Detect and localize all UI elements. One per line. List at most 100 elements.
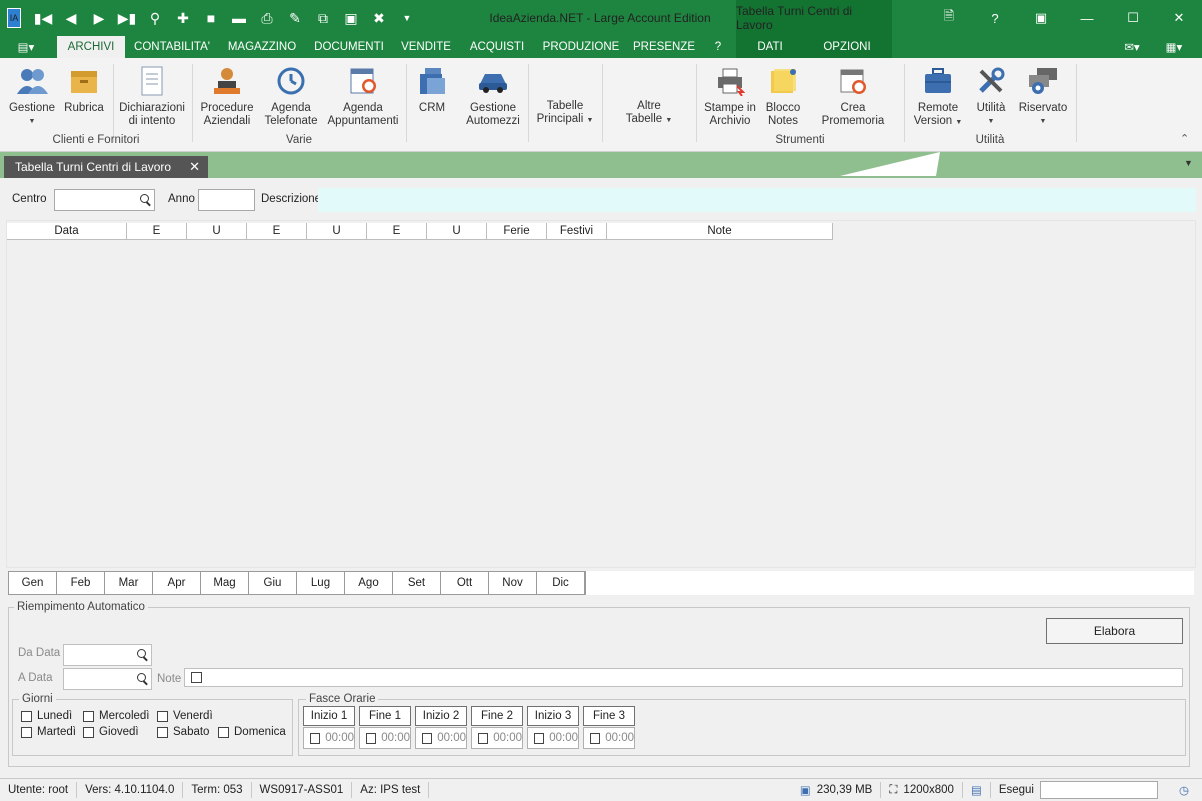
col-ferie[interactable]: Ferie: [487, 223, 547, 239]
search-icon[interactable]: [137, 649, 146, 658]
col-uscita-3[interactable]: U: [427, 223, 487, 239]
da-data-input[interactable]: [63, 644, 152, 666]
close-tab-icon[interactable]: ✕: [189, 159, 200, 175]
tab-documenti[interactable]: DOCUMENTI: [310, 36, 388, 58]
giovedi-checkbox[interactable]: Giovedì: [83, 726, 139, 738]
gestione-automezzi-button[interactable]: Gestione Automezzi: [462, 64, 524, 128]
lunedi-checkbox[interactable]: Lunedì: [21, 710, 72, 722]
month-apr[interactable]: Apr: [153, 572, 201, 594]
utilita-button[interactable]: Utilità ▼: [970, 64, 1012, 128]
riservato-button[interactable]: Riservato ▼: [1016, 64, 1070, 128]
agenda-appuntamenti-button[interactable]: Agenda Appuntamenti: [326, 64, 400, 128]
previous-record-icon[interactable]: ◀: [57, 4, 85, 32]
anno-input[interactable]: [198, 189, 255, 211]
close-icon[interactable]: ✕: [1156, 0, 1202, 36]
tab-presenze[interactable]: PRESENZE: [630, 36, 698, 58]
note-checkbox[interactable]: [191, 672, 202, 683]
search-icon[interactable]: [140, 194, 149, 203]
remote-version-button[interactable]: Remote Version ▼: [910, 64, 966, 129]
minimize-icon[interactable]: —: [1064, 0, 1110, 36]
copy-icon[interactable]: ⧉: [309, 4, 337, 32]
descrizione-field[interactable]: [318, 188, 1196, 212]
month-mag[interactable]: Mag: [201, 572, 249, 594]
collapse-ribbon-icon[interactable]: ⌃: [1180, 132, 1189, 145]
print-icon[interactable]: ⎙: [253, 4, 281, 32]
col-note[interactable]: Note: [607, 223, 833, 239]
folder-icon[interactable]: ▬: [225, 4, 253, 32]
fine-2-time[interactable]: 00:00: [471, 727, 523, 749]
month-lug[interactable]: Lug: [297, 572, 345, 594]
month-dic[interactable]: Dic: [537, 572, 585, 594]
inizio-2-time[interactable]: 00:00: [415, 727, 467, 749]
tab-acquisti[interactable]: ACQUISTI: [464, 36, 530, 58]
tab-opzioni[interactable]: OPZIONI: [816, 36, 878, 58]
elabora-button[interactable]: Elabora: [1046, 618, 1183, 644]
fine-1-time[interactable]: 00:00: [359, 727, 411, 749]
excel-icon[interactable]: ✖: [365, 4, 393, 32]
month-ott[interactable]: Ott: [441, 572, 489, 594]
a-data-input[interactable]: [63, 668, 152, 690]
mail-icon[interactable]: ✉▾: [1114, 36, 1150, 58]
col-festivi[interactable]: Festivi: [547, 223, 607, 239]
document-icon[interactable]: 🗎: [926, 0, 972, 36]
month-nov[interactable]: Nov: [489, 572, 537, 594]
col-entrata-3[interactable]: E: [367, 223, 427, 239]
col-uscita-2[interactable]: U: [307, 223, 367, 239]
martedi-checkbox[interactable]: Martedì: [21, 726, 76, 738]
delete-icon[interactable]: ■: [197, 4, 225, 32]
note-input[interactable]: [184, 668, 1183, 687]
col-uscita-1[interactable]: U: [187, 223, 247, 239]
tab-help[interactable]: ?: [706, 36, 730, 58]
crea-promemoria-button[interactable]: Crea Promemoria: [808, 64, 898, 128]
dichiarazioni-button[interactable]: Dichiarazioni di intento: [118, 64, 186, 128]
clock-icon[interactable]: ◷: [1166, 783, 1202, 797]
doc-tab-turni[interactable]: Tabella Turni Centri di Lavoro ✕: [4, 156, 208, 178]
next-record-icon[interactable]: ▶: [85, 4, 113, 32]
stampe-archivio-button[interactable]: Stampe in Archivio: [702, 64, 758, 128]
col-entrata-1[interactable]: E: [127, 223, 187, 239]
turni-grid[interactable]: [6, 220, 1196, 568]
sabato-checkbox[interactable]: Sabato: [157, 726, 209, 738]
tabelle-principali-button[interactable]: Tabelle Principali ▼: [532, 100, 598, 127]
month-gen[interactable]: Gen: [9, 572, 57, 594]
new-record-icon[interactable]: ✚: [169, 4, 197, 32]
tab-list-chevron-down-icon[interactable]: ▼: [1184, 158, 1193, 168]
mercoledi-checkbox[interactable]: Mercoledì: [83, 710, 150, 722]
layout-icon[interactable]: ▦▾: [1156, 36, 1192, 58]
edit-icon[interactable]: ✎: [281, 4, 309, 32]
gestione-button[interactable]: Gestione ▼: [6, 64, 58, 128]
search-icon[interactable]: [137, 673, 146, 682]
month-giu[interactable]: Giu: [249, 572, 297, 594]
blocco-notes-button[interactable]: Blocco Notes: [762, 64, 804, 128]
col-data[interactable]: Data: [7, 223, 127, 239]
tab-dati[interactable]: DATI: [748, 36, 792, 58]
window-icon[interactable]: ▤: [963, 782, 991, 798]
rubrica-button[interactable]: Rubrica: [62, 64, 106, 115]
month-mar[interactable]: Mar: [105, 572, 153, 594]
month-ago[interactable]: Ago: [345, 572, 393, 594]
esegui-input[interactable]: [1040, 781, 1158, 799]
help-icon[interactable]: ?: [972, 0, 1018, 36]
file-menu-icon[interactable]: ▤▾: [8, 36, 44, 58]
restore-ribbon-icon[interactable]: ▣: [1018, 0, 1064, 36]
tab-produzione[interactable]: PRODUZIONE: [538, 36, 624, 58]
centro-input[interactable]: [54, 189, 155, 211]
maximize-icon[interactable]: ☐: [1110, 0, 1156, 36]
last-record-icon[interactable]: ▶▮: [113, 4, 141, 32]
procedure-aziendali-button[interactable]: Procedure Aziendali: [198, 64, 256, 128]
fine-3-time[interactable]: 00:00: [583, 727, 635, 749]
agenda-telefonate-button[interactable]: Agenda Telefonate: [262, 64, 320, 128]
domenica-checkbox[interactable]: Domenica: [218, 726, 286, 738]
month-feb[interactable]: Feb: [57, 572, 105, 594]
crm-button[interactable]: CRM: [412, 64, 452, 115]
inizio-1-time[interactable]: 00:00: [303, 727, 355, 749]
first-record-icon[interactable]: ▮◀: [29, 4, 57, 32]
image-icon[interactable]: ▣: [337, 4, 365, 32]
venerdi-checkbox[interactable]: Venerdì: [157, 710, 213, 722]
tab-contabilita[interactable]: CONTABILITA': [130, 36, 214, 58]
month-set[interactable]: Set: [393, 572, 441, 594]
app-icon[interactable]: IA: [7, 8, 21, 28]
inizio-3-time[interactable]: 00:00: [527, 727, 579, 749]
tab-magazzino[interactable]: MAGAZZINO: [222, 36, 302, 58]
tab-vendite[interactable]: VENDITE: [396, 36, 456, 58]
